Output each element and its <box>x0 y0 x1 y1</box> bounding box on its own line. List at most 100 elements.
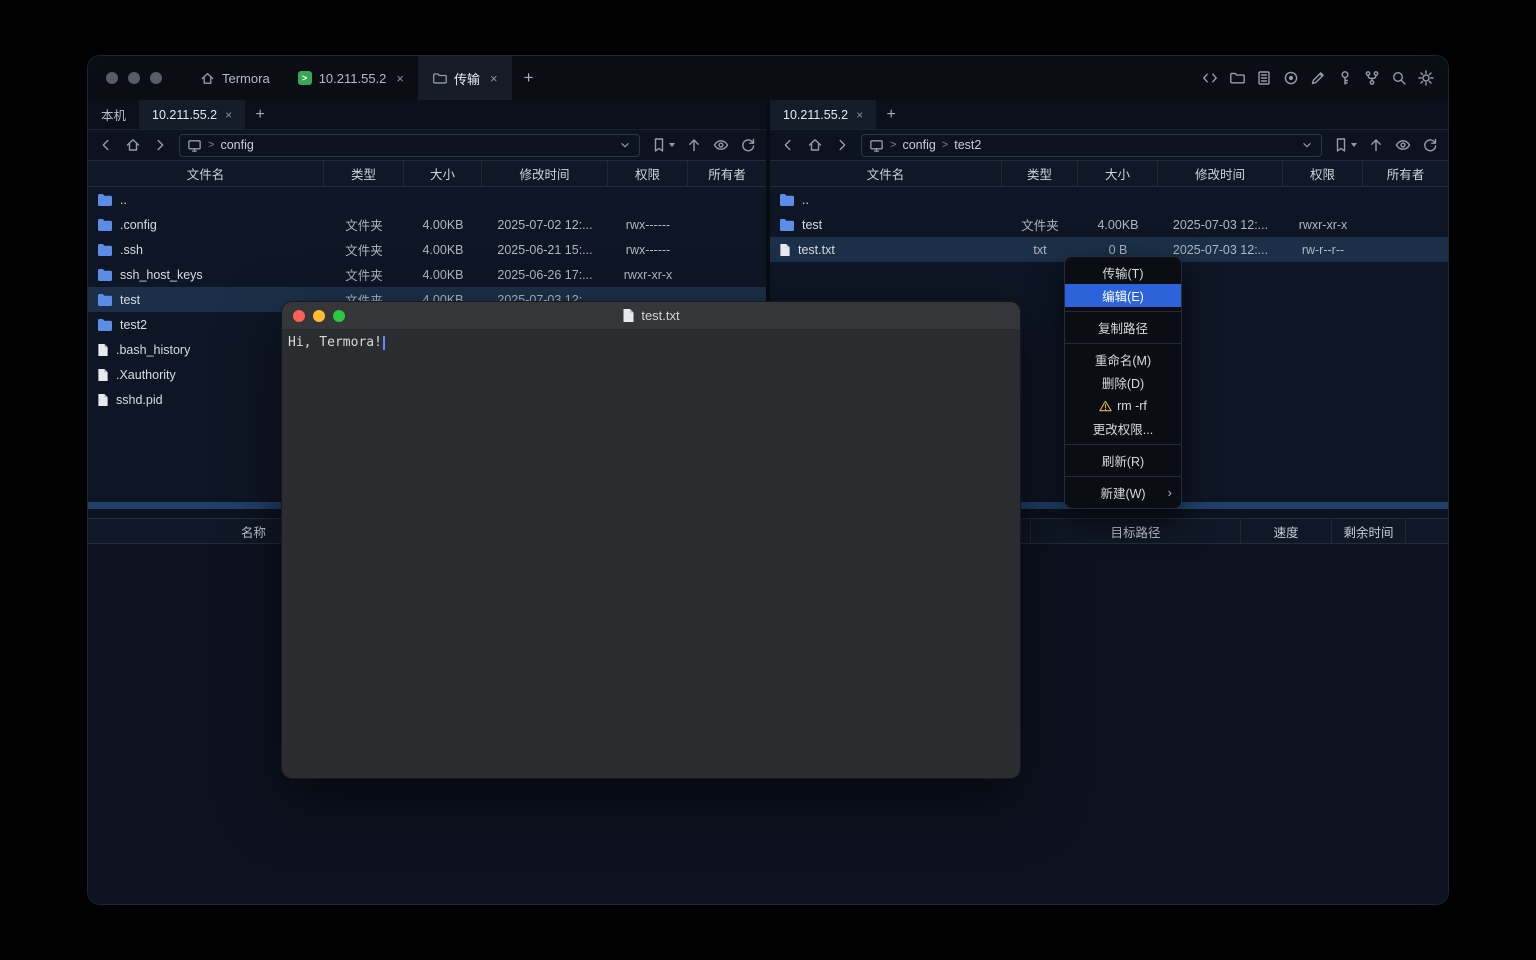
file-perm: rwx------ <box>608 237 688 262</box>
panel-tab-host[interactable]: 10.211.55.2 × <box>139 100 245 129</box>
chevron-down-icon[interactable] <box>618 138 632 152</box>
file-row[interactable]: .. <box>770 187 1448 212</box>
column-header[interactable]: 所有者 <box>688 161 766 186</box>
transfer-column-destination[interactable]: 目标路径 <box>1030 519 1240 543</box>
branch-icon[interactable] <box>1364 70 1380 86</box>
tab-termora[interactable]: Termora <box>186 56 284 100</box>
close-tab-icon[interactable]: × <box>856 108 863 122</box>
column-header[interactable]: 修改时间 <box>482 161 608 186</box>
close-tab-icon[interactable]: × <box>225 108 232 122</box>
back-icon[interactable] <box>780 137 796 153</box>
refresh-icon[interactable] <box>1422 137 1438 153</box>
file-perm: rw-r--r-- <box>1283 237 1363 262</box>
menu-item[interactable]: 刷新(R) <box>1065 449 1181 472</box>
column-header[interactable]: 文件名 <box>88 161 324 186</box>
menu-item[interactable]: 传输(T) <box>1065 261 1181 284</box>
refresh-icon[interactable] <box>740 137 756 153</box>
column-header[interactable]: 权限 <box>1283 161 1363 186</box>
column-header[interactable]: 修改时间 <box>1158 161 1283 186</box>
folder-icon <box>97 318 113 331</box>
file-name: .Xauthority <box>116 368 176 382</box>
file-row[interactable]: .ssh文件夹4.00KB2025-06-21 15:...rwx------ <box>88 237 766 262</box>
new-panel-tab-button[interactable]: + <box>245 100 275 129</box>
menu-item[interactable]: rm -rf <box>1065 394 1181 417</box>
editor-content[interactable]: Hi, Termora! <box>282 330 1020 355</box>
breadcrumb-segment[interactable]: config <box>220 138 253 152</box>
minimize-window-button[interactable] <box>313 310 325 322</box>
tab-label: Termora <box>222 71 270 86</box>
home-icon[interactable] <box>125 137 141 153</box>
menu-item[interactable]: 重命名(M) <box>1065 348 1181 371</box>
column-header[interactable]: 大小 <box>1078 161 1158 186</box>
pencil-icon[interactable] <box>1310 70 1326 86</box>
context-menu: 传输(T)编辑(E) 复制路径重命名(M) 删除(D) rm -rf更改权限... 刷新… <box>1064 256 1182 509</box>
file-mtime: 2025-06-21 15:... <box>482 237 608 262</box>
minimize-window-button[interactable] <box>128 72 140 84</box>
close-tab-icon[interactable]: × <box>396 71 404 86</box>
close-window-button[interactable] <box>293 310 305 322</box>
menu-item[interactable]: 更改权限... <box>1065 417 1181 440</box>
tab-host[interactable]: > 10.211.55.2 × <box>284 56 418 100</box>
parent-directory-icon[interactable] <box>1368 137 1384 153</box>
search-icon[interactable] <box>1391 70 1407 86</box>
file-row[interactable]: .. <box>88 187 766 212</box>
menu-item[interactable]: 编辑(E) <box>1065 284 1181 307</box>
maximize-window-button[interactable] <box>333 310 345 322</box>
home-icon[interactable] <box>807 137 823 153</box>
menu-item[interactable]: 删除(D) <box>1065 371 1181 394</box>
menu-item[interactable]: 复制路径 <box>1065 316 1181 339</box>
file-perm: rwxr-xr-x <box>608 262 688 287</box>
tab-transfer[interactable]: 传输 × <box>418 56 512 100</box>
window-controls <box>106 72 162 84</box>
forward-icon[interactable] <box>152 137 168 153</box>
file-owner <box>1363 187 1448 212</box>
maximize-window-button[interactable] <box>150 72 162 84</box>
file-row[interactable]: test文件夹4.00KB2025-07-03 12:...rwxr-xr-x <box>770 212 1448 237</box>
panel-tab-local[interactable]: 本机 <box>88 100 139 129</box>
column-header[interactable]: 所有者 <box>1363 161 1448 186</box>
breadcrumb-segment[interactable]: test2 <box>954 138 981 152</box>
file-type: 文件夹 <box>324 212 404 237</box>
editor-window-controls <box>293 310 345 322</box>
file-name: .config <box>120 218 157 232</box>
file-owner <box>1363 237 1448 262</box>
back-icon[interactable] <box>98 137 114 153</box>
journal-icon[interactable] <box>1256 70 1272 86</box>
column-header[interactable]: 大小 <box>404 161 482 186</box>
column-header[interactable]: 权限 <box>608 161 688 186</box>
new-tab-button[interactable]: + <box>512 56 546 100</box>
file-name: test.txt <box>798 243 835 257</box>
new-panel-tab-button[interactable]: + <box>876 100 906 129</box>
show-hidden-eye-icon[interactable] <box>1395 137 1411 153</box>
file-row[interactable]: .config文件夹4.00KB2025-07-02 12:...rwx----… <box>88 212 766 237</box>
forward-icon[interactable] <box>834 137 850 153</box>
path-field[interactable]: >config <box>179 134 640 157</box>
code-icon[interactable] <box>1202 70 1218 86</box>
transfer-column-remaining[interactable]: 剩余时间 <box>1331 519 1405 543</box>
breadcrumb: >config>test2 <box>890 138 981 152</box>
file-row[interactable]: ssh_host_keys文件夹4.00KB2025-06-26 17:...r… <box>88 262 766 287</box>
chevron-down-icon[interactable] <box>1300 138 1314 152</box>
bookmark-button[interactable] <box>1333 137 1357 153</box>
home-icon <box>200 71 215 86</box>
titlebar: Termora > 10.211.55.2 × 传输 × + <box>88 56 1448 100</box>
panel-tab-host[interactable]: 10.211.55.2 × <box>770 100 876 129</box>
bookmark-button[interactable] <box>651 137 675 153</box>
transfer-column-speed[interactable]: 速度 <box>1240 519 1331 543</box>
close-window-button[interactable] <box>106 72 118 84</box>
settings-icon[interactable] <box>1418 70 1434 86</box>
path-field[interactable]: >config>test2 <box>861 134 1322 157</box>
parent-directory-icon[interactable] <box>686 137 702 153</box>
column-header[interactable]: 类型 <box>1002 161 1078 186</box>
column-header[interactable]: 类型 <box>324 161 404 186</box>
folder-icon[interactable] <box>1229 70 1245 86</box>
tab-label: 本机 <box>101 105 126 124</box>
menu-item-label: 删除(D) <box>1102 373 1144 392</box>
show-hidden-eye-icon[interactable] <box>713 137 729 153</box>
record-icon[interactable] <box>1283 70 1299 86</box>
breadcrumb-segment[interactable]: config <box>902 138 935 152</box>
key-icon[interactable] <box>1337 70 1353 86</box>
close-tab-icon[interactable]: × <box>490 71 498 86</box>
menu-item[interactable]: 新建(W)› <box>1065 481 1181 504</box>
column-header[interactable]: 文件名 <box>770 161 1002 186</box>
